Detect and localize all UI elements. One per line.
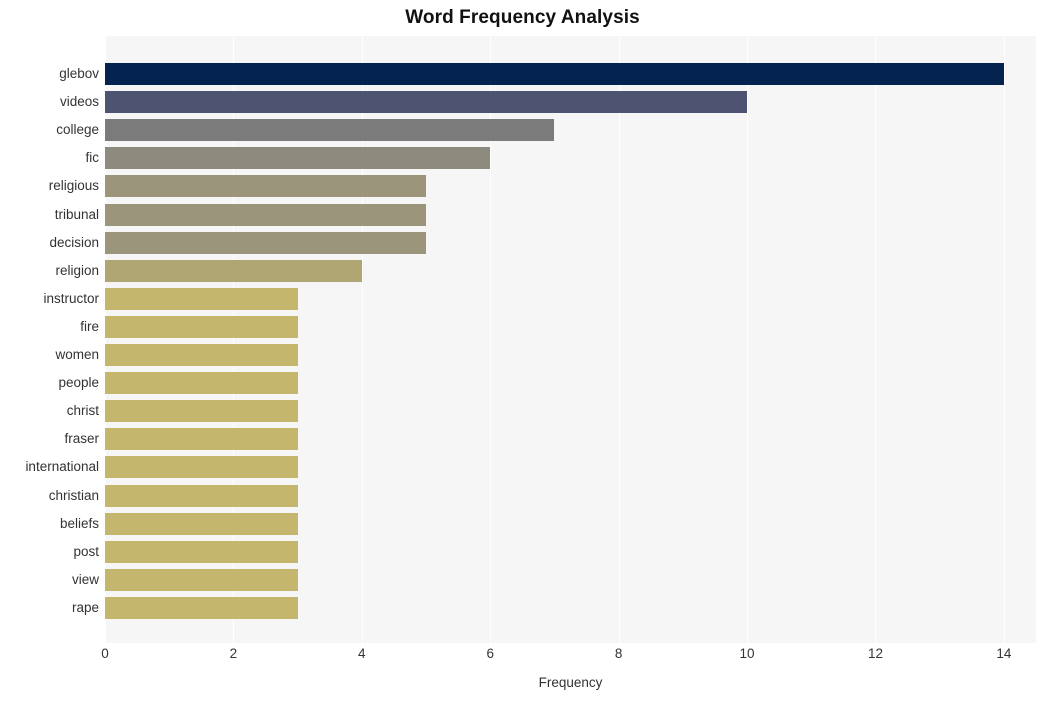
- bar-row: [105, 566, 1036, 594]
- y-axis-label-christian: christian: [48, 487, 99, 503]
- bar-view[interactable]: [105, 568, 298, 591]
- bar-row: [105, 201, 1036, 229]
- y-axis-label-fire: fire: [80, 318, 99, 334]
- bar-row: [105, 341, 1036, 369]
- y-axis-label-women: women: [55, 347, 99, 362]
- x-axis-title: Frequency: [538, 675, 603, 690]
- x-axis-tick-labels: 0 2 4 6 8 10 12 14: [101, 646, 1036, 666]
- y-axis-label-international: international: [25, 459, 99, 475]
- y-axis-label-videos: videos: [59, 94, 99, 110]
- bar-people[interactable]: [105, 372, 298, 395]
- bar-rape[interactable]: [105, 596, 298, 619]
- bar-fic[interactable]: [105, 147, 491, 170]
- y-axis-label-decision: decision: [49, 234, 99, 250]
- x-tick-label-14: 14: [996, 646, 1012, 661]
- bar-row: [105, 425, 1036, 453]
- y-axis-label-rape: rape: [71, 599, 99, 615]
- bar-row: [105, 285, 1036, 313]
- bar-row: [105, 453, 1036, 481]
- y-axis-label-people: people: [58, 375, 99, 391]
- bar-post[interactable]: [105, 540, 298, 563]
- x-tick-label-10: 10: [739, 646, 755, 661]
- x-tick-label-6: 6: [486, 646, 494, 661]
- y-axis-label-view: view: [71, 571, 99, 587]
- bar-college[interactable]: [105, 119, 555, 142]
- y-axis-label-post: post: [73, 543, 99, 559]
- bar-beliefs[interactable]: [105, 512, 298, 535]
- y-axis-label-fic: fic: [85, 150, 100, 166]
- bar-fraser[interactable]: [105, 428, 298, 451]
- bar-international[interactable]: [105, 456, 298, 479]
- x-tick-label-0: 0: [101, 646, 109, 661]
- bar-row: [105, 257, 1036, 285]
- bar-row: [105, 229, 1036, 257]
- bars-layer: [105, 36, 1036, 643]
- bar-row: [105, 60, 1036, 88]
- x-tick-label-4: 4: [358, 646, 366, 661]
- word-frequency-chart: Word Frequency Analysis glebov videos coll…: [0, 0, 1045, 701]
- plot-area: [105, 36, 1036, 643]
- bar-christian[interactable]: [105, 484, 298, 507]
- bar-christ[interactable]: [105, 400, 298, 423]
- bar-instructor[interactable]: [105, 287, 298, 310]
- bar-fire[interactable]: [105, 315, 298, 338]
- bar-tribunal[interactable]: [105, 203, 427, 226]
- x-tick-label-8: 8: [614, 646, 623, 661]
- bar-row: [105, 510, 1036, 538]
- bar-row: [105, 538, 1036, 566]
- bar-row: [105, 172, 1036, 200]
- bar-row: [105, 369, 1036, 397]
- bar-women[interactable]: [105, 344, 298, 366]
- bar-glebov[interactable]: [105, 63, 1004, 85]
- bar-row: [105, 594, 1036, 622]
- bar-row: [105, 482, 1036, 510]
- bar-religious[interactable]: [105, 175, 427, 198]
- bar-religion[interactable]: [105, 259, 362, 282]
- x-tick-label-2: 2: [229, 646, 238, 661]
- x-tick-label-12: 12: [867, 646, 883, 661]
- y-axis-labels: glebov videos college fic religious tribunal d…: [0, 36, 99, 643]
- y-axis-label-beliefs: beliefs: [59, 515, 99, 531]
- bar-row: [105, 397, 1036, 425]
- y-axis-label-glebov: glebov: [59, 66, 99, 81]
- bar-row: [105, 313, 1036, 341]
- bar-row: [105, 144, 1036, 172]
- y-axis-label-instructor: instructor: [43, 290, 99, 306]
- bar-videos[interactable]: [105, 91, 748, 114]
- bar-decision[interactable]: [105, 231, 427, 254]
- chart-title: Word Frequency Analysis: [405, 7, 640, 28]
- bar-row: [105, 88, 1036, 116]
- y-axis-label-college: college: [56, 122, 99, 138]
- y-axis-label-religion: religion: [55, 262, 99, 278]
- y-axis-label-christ: christ: [66, 403, 99, 419]
- y-axis-label-fraser: fraser: [64, 431, 99, 447]
- y-axis-label-religious: religious: [48, 178, 99, 194]
- y-axis-label-tribunal: tribunal: [54, 206, 99, 222]
- bar-row: [105, 116, 1036, 144]
